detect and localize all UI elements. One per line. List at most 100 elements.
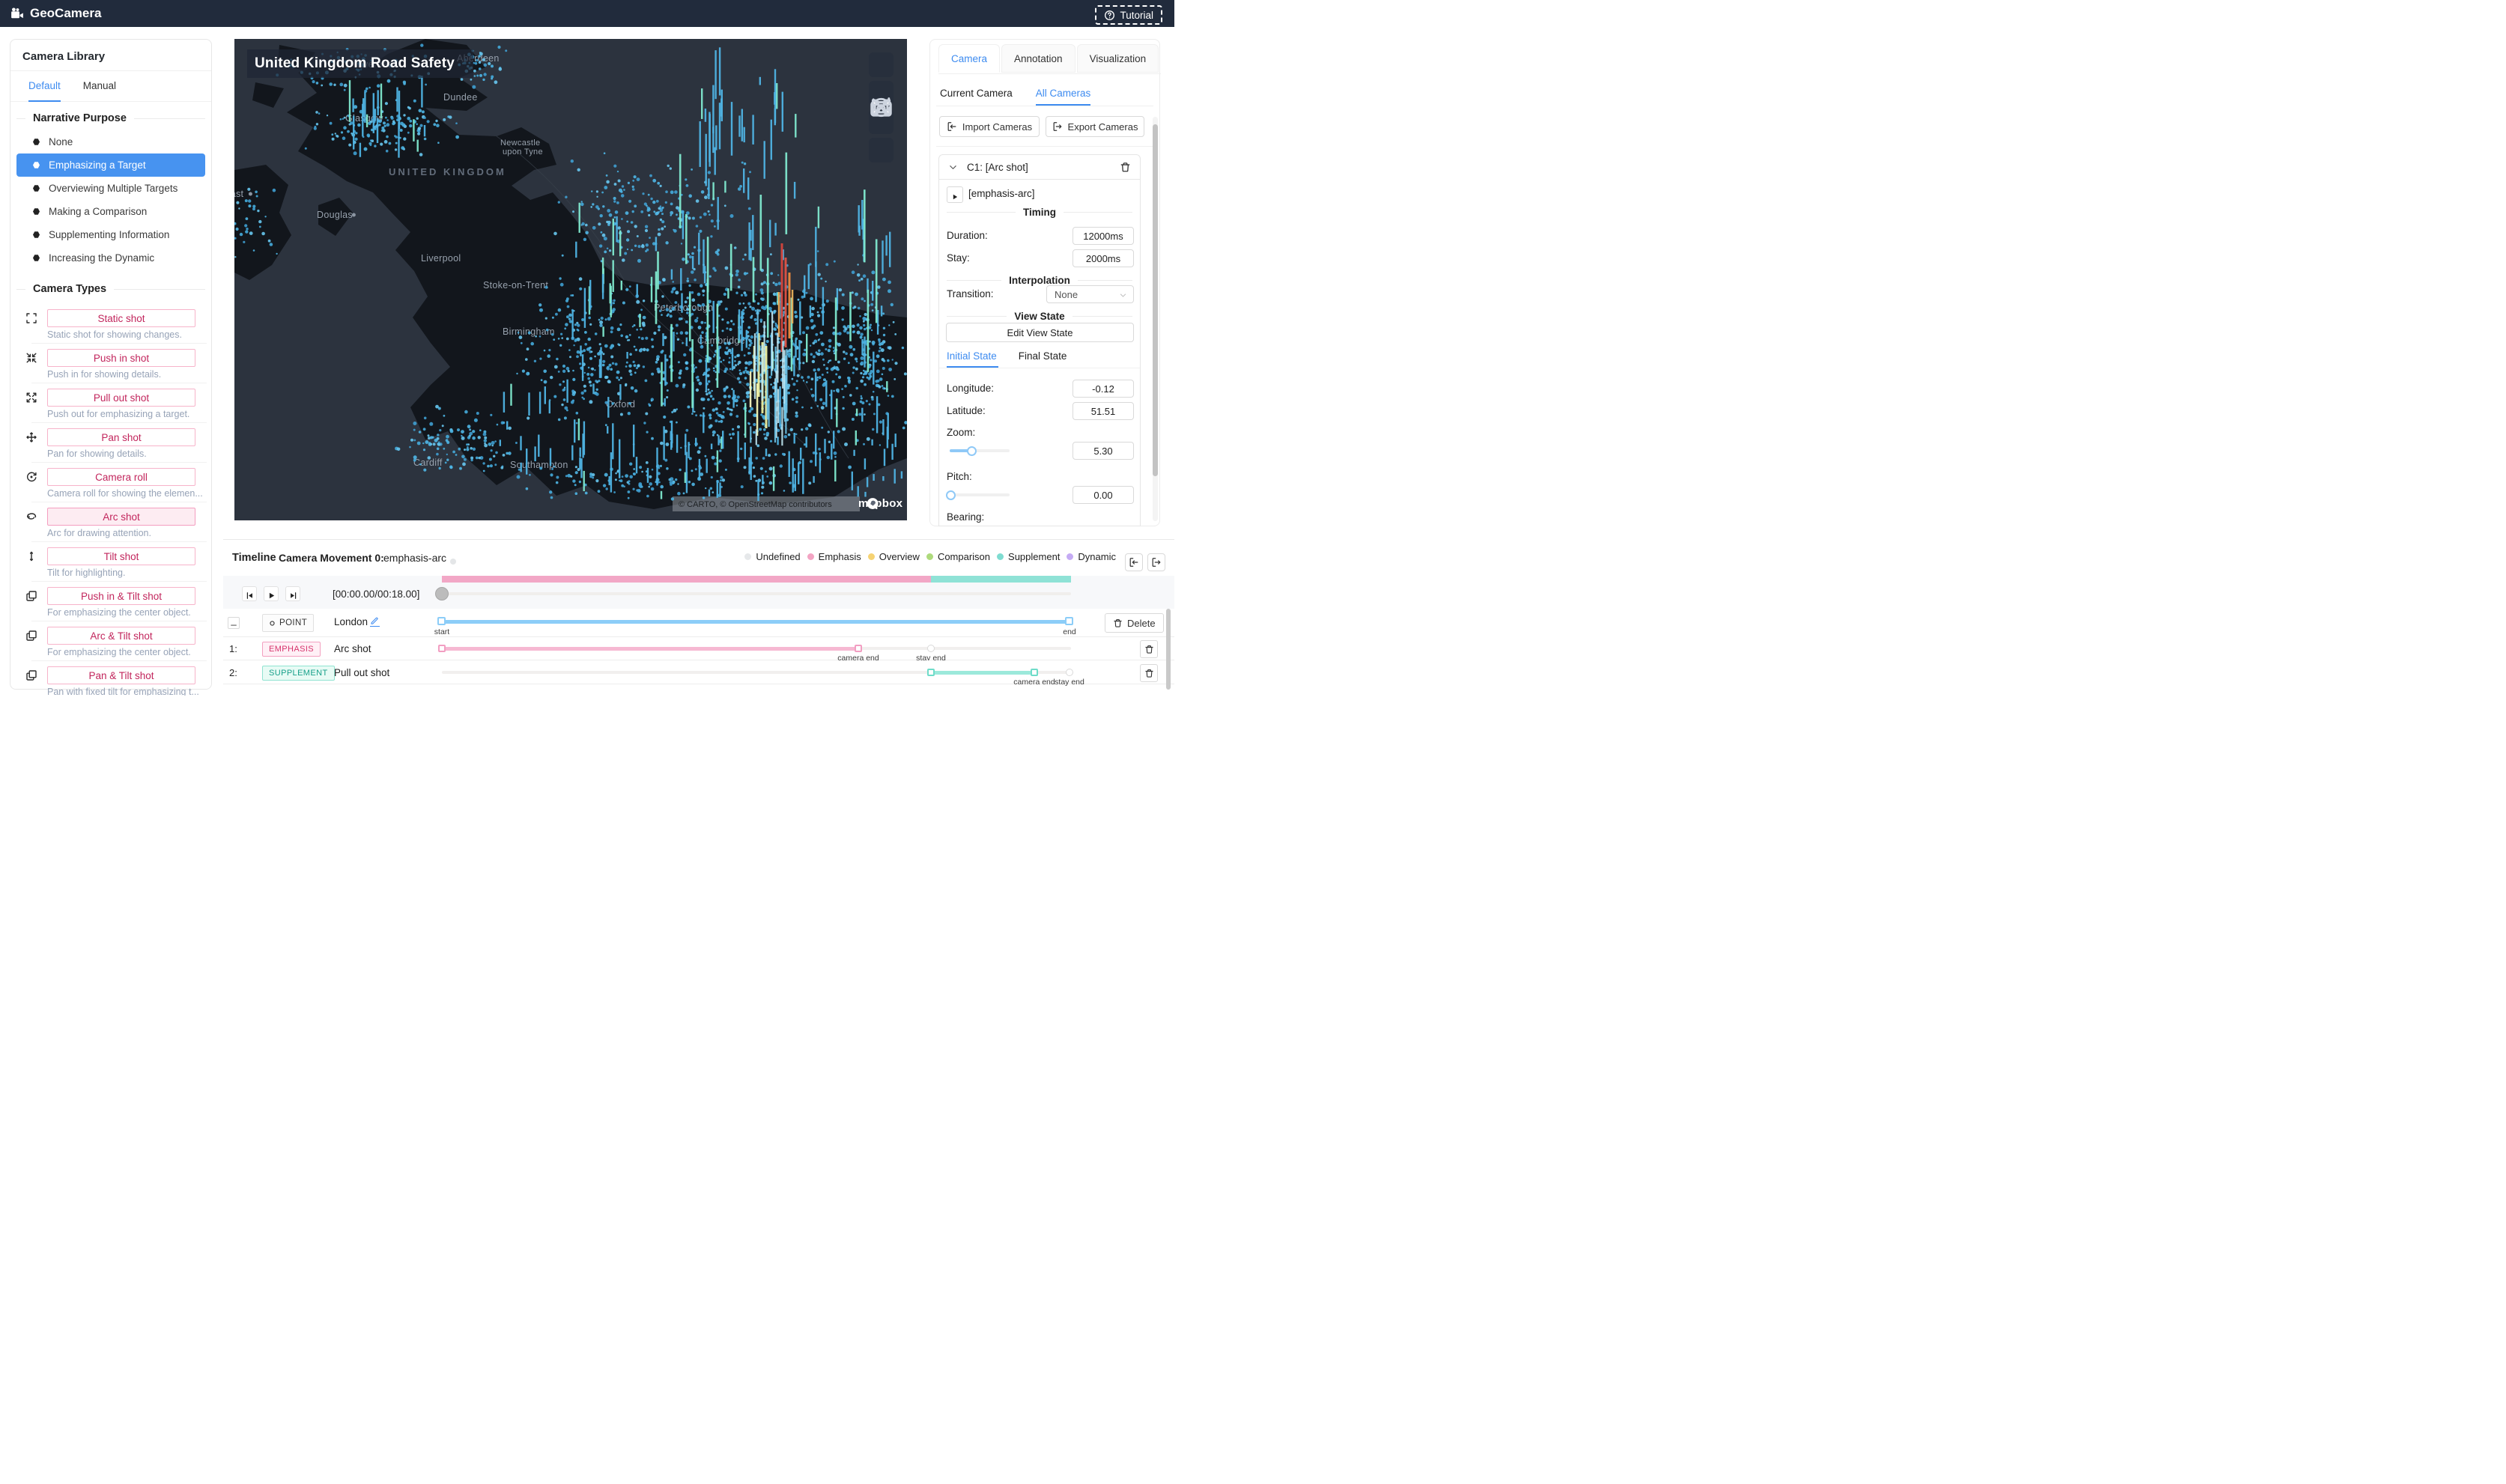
narrative-item-label: None	[49, 136, 73, 148]
movement-1-stay-end-marker[interactable]	[927, 645, 935, 652]
timeline-row-1: 1: EMPHASIS Arc shot camera end stay end	[223, 637, 1174, 660]
stay-input[interactable]: 2000ms	[1073, 249, 1134, 267]
camera-type-button[interactable]: Pan & Tilt shot	[47, 666, 195, 684]
tab-default[interactable]: Default	[28, 71, 61, 101]
camera-type-button[interactable]: Camera roll	[47, 468, 195, 486]
movement-2-camera-end-handle[interactable]	[1031, 669, 1038, 676]
skip-end-button[interactable]	[285, 586, 300, 601]
map-label: Dundee	[443, 92, 478, 103]
edit-point-button[interactable]	[370, 615, 380, 627]
timeline-scrollbar-thumb[interactable]	[1166, 609, 1171, 690]
movement-2-stay-end-marker[interactable]	[1066, 669, 1073, 676]
timeline-title: Timeline	[232, 552, 276, 564]
legend-overview: Overview	[868, 551, 920, 562]
map-controls	[869, 52, 894, 162]
delete-point-button[interactable]: Delete	[1105, 613, 1164, 633]
tab-manual[interactable]: Manual	[83, 71, 116, 101]
tab-final-state[interactable]: Final State	[1019, 350, 1067, 362]
movement-1-start-handle[interactable]	[438, 645, 446, 652]
scrubber-track[interactable]	[442, 592, 1071, 595]
camera-type-button[interactable]: Arc & Tilt shot	[47, 627, 195, 645]
map-label: Cambridge	[697, 335, 745, 346]
close-button[interactable]	[869, 138, 894, 162]
camera-type-button[interactable]: Pull out shot	[47, 389, 195, 407]
copy-icon	[25, 630, 37, 642]
pan-icon	[25, 431, 37, 443]
narrative-item-supplementing-information[interactable]: Supplementing Information	[16, 223, 205, 246]
copy-icon	[25, 669, 37, 681]
point-badge[interactable]: POINT	[262, 614, 314, 632]
chevron-down-icon	[948, 162, 958, 172]
tab-initial-state[interactable]: Initial State	[947, 350, 997, 362]
edit-view-state-button[interactable]: Edit View State	[946, 323, 1134, 342]
export-cameras-button[interactable]: Export Cameras	[1046, 116, 1144, 137]
tab-current-camera[interactable]: Current Camera	[940, 82, 1013, 106]
camera-type-push-in-shot: Push in shotPush in for showing details.	[15, 345, 207, 385]
camera-type-button[interactable]: Tilt shot	[47, 547, 195, 565]
point-icon	[269, 620, 276, 627]
static-shot-icon	[25, 312, 37, 324]
pitch-slider-handle[interactable]	[946, 490, 956, 500]
trash-icon	[1113, 618, 1123, 628]
camera-type-button[interactable]: Static shot	[47, 309, 195, 327]
legend-supplement: Supplement	[997, 551, 1060, 562]
movement-1-camera-end-handle[interactable]	[855, 645, 862, 652]
camera-type-button[interactable]: Push in shot	[47, 349, 195, 367]
panel-scrollbar-thumb[interactable]	[1153, 124, 1158, 476]
narrative-item-emphasizing-a-target[interactable]: Emphasizing a Target	[16, 153, 205, 177]
map-view[interactable]: © CARTO, © OpenStreetMap contributorsInv…	[234, 39, 907, 520]
timeline-row-point: POINT London start end Delete	[223, 609, 1174, 637]
movement-1-name: Arc shot	[334, 643, 371, 654]
point-start-handle[interactable]	[437, 617, 446, 625]
narrative-item-none[interactable]: None	[16, 130, 205, 153]
progress-emphasis-segment	[442, 576, 931, 583]
camera-type-button[interactable]: Pan shot	[47, 428, 195, 446]
scrubber-handle[interactable]	[435, 587, 449, 600]
tab-visualization[interactable]: Visualization	[1077, 44, 1159, 73]
pitch-slider[interactable]	[950, 493, 1010, 496]
movement-2-start-handle[interactable]	[927, 669, 935, 676]
timeline-import-button[interactable]	[1125, 553, 1143, 571]
play-movement-button[interactable]	[947, 186, 963, 203]
mapbox-icon	[843, 497, 855, 510]
camera-item-header[interactable]: C1: [Arc shot]	[939, 155, 1140, 180]
latitude-input[interactable]: 51.51	[1073, 402, 1134, 420]
legend-dot	[997, 553, 1004, 560]
tab-annotation[interactable]: Annotation	[1001, 44, 1075, 73]
trash-icon[interactable]	[1120, 162, 1131, 173]
delete-movement-1-button[interactable]	[1140, 640, 1158, 658]
map-label: Newcastle	[500, 139, 540, 148]
supplement-badge: SUPPLEMENT	[262, 666, 335, 681]
transition-select[interactable]: None	[1046, 285, 1134, 303]
pitch-input[interactable]: 0.00	[1073, 486, 1134, 504]
delete-movement-2-button[interactable]	[1140, 664, 1158, 682]
movement-2-name: Pull out shot	[334, 667, 389, 678]
tab-all-cameras[interactable]: All Cameras	[1036, 82, 1091, 106]
map-attribution: © CARTO, © OpenStreetMap contributors	[679, 500, 832, 509]
camera-type-button[interactable]: Push in & Tilt shot	[47, 587, 195, 605]
camera-type-button[interactable]: Arc shot	[47, 508, 195, 526]
hexagon-bullet-icon	[33, 162, 40, 168]
longitude-input[interactable]: -0.12	[1073, 380, 1134, 398]
app-window: GeoCamera Tutorial Camera Library Defaul…	[0, 0, 1174, 696]
play-button[interactable]	[264, 586, 279, 601]
narrative-item-label: Overviewing Multiple Targets	[49, 183, 178, 194]
tab-camera[interactable]: Camera	[938, 44, 1000, 73]
question-circle-icon	[1104, 10, 1115, 21]
zoom-slider-handle[interactable]	[967, 446, 977, 456]
narrative-item-making-a-comparison[interactable]: Making a Comparison	[16, 200, 205, 223]
skip-end-icon	[289, 590, 297, 598]
narrative-item-overviewing-multiple-targets[interactable]: Overviewing Multiple Targets	[16, 177, 205, 200]
camera-type-description: Arc for drawing attention.	[47, 528, 207, 538]
point-end-handle[interactable]	[1065, 617, 1073, 625]
tutorial-button[interactable]: Tutorial	[1095, 5, 1162, 25]
import-cameras-button[interactable]: Import Cameras	[939, 116, 1040, 137]
row-number: 1:	[229, 643, 237, 654]
narrative-item-increasing-the-dynamic[interactable]: Increasing the Dynamic	[16, 246, 205, 270]
duration-input[interactable]: 12000ms	[1073, 227, 1134, 245]
skip-start-button[interactable]	[242, 586, 257, 601]
timeline-export-button[interactable]	[1147, 553, 1165, 571]
collapse-group-button[interactable]	[228, 617, 240, 629]
zoom-input[interactable]: 5.30	[1073, 442, 1134, 460]
point-name: London	[334, 616, 368, 627]
